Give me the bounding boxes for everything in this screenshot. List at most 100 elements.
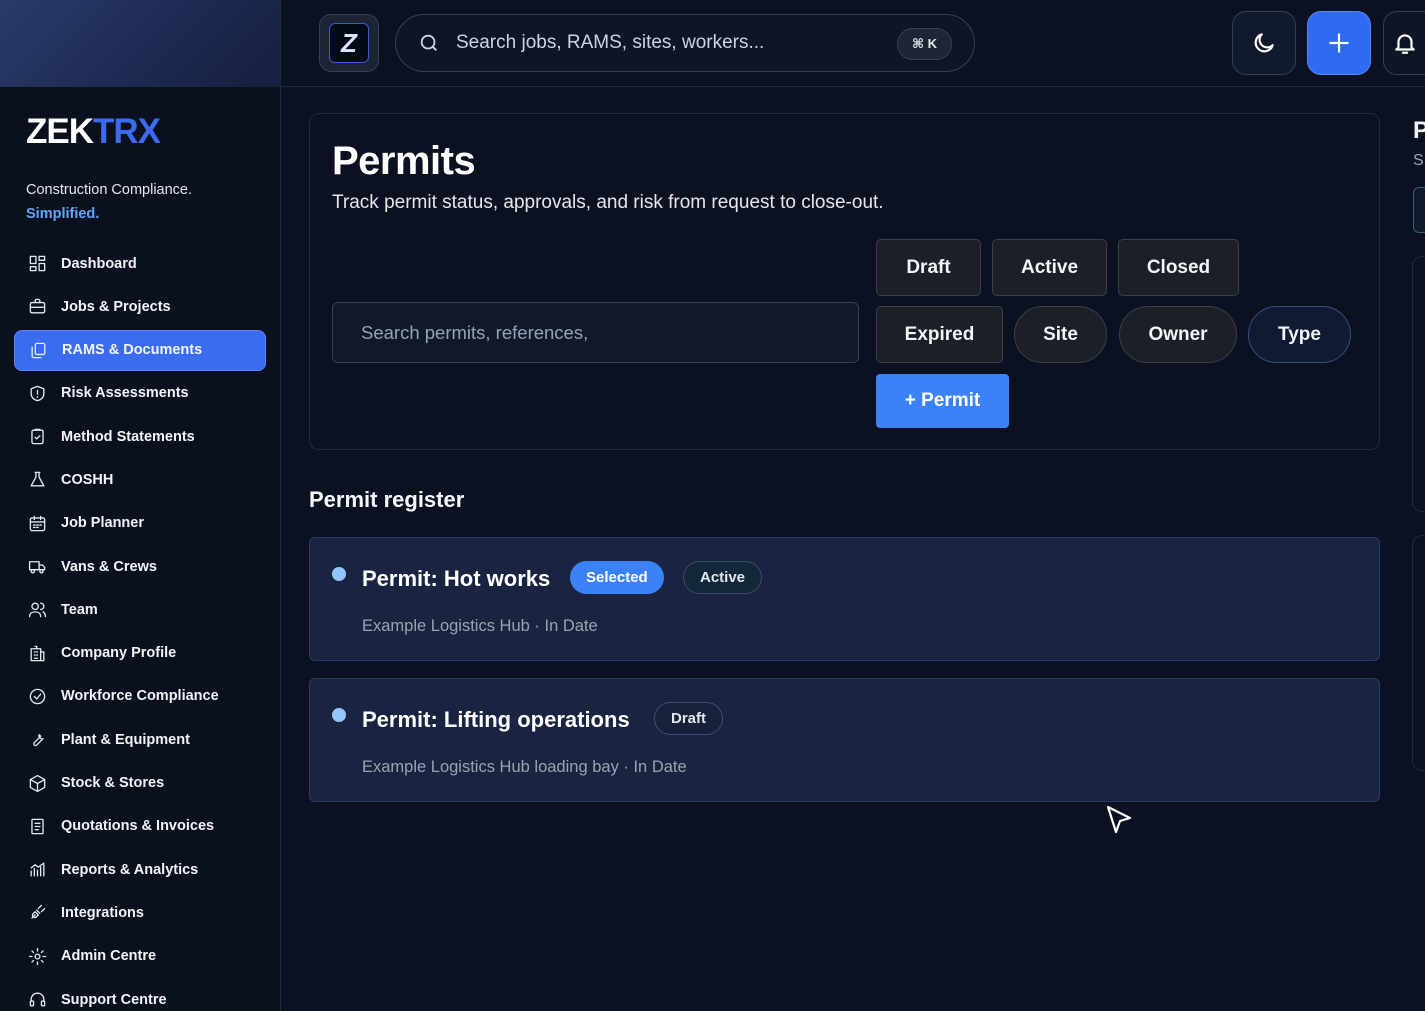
permit-row[interactable]: Permit: Hot works Selected Active Exampl… [309, 537, 1380, 661]
filter-type[interactable]: Type [1248, 306, 1351, 363]
permit-search-placeholder: Search permits, references, [361, 321, 589, 343]
status-badge: Draft [654, 702, 724, 735]
sidebar-item-label: Plant & Equipment [61, 731, 190, 748]
global-search-placeholder: Search jobs, RAMS, sites, workers... [456, 32, 765, 53]
sidebar-item-label: RAMS & Documents [62, 342, 203, 359]
sidebar-item-label: Risk Assessments [61, 385, 189, 402]
filter-owner[interactable]: Owner [1119, 306, 1237, 363]
status-dot [332, 708, 346, 722]
box-icon [26, 772, 48, 794]
bell-icon [1395, 34, 1415, 54]
permit-row-title: Permit: Lifting operations [362, 707, 630, 732]
theme-toggle-button[interactable] [1232, 11, 1296, 75]
filter-expired[interactable]: Expired [876, 306, 1003, 363]
sidebar-item-workforce-compliance[interactable]: Workforce Compliance [14, 676, 266, 717]
dashboard-icon [26, 253, 48, 275]
notifications-button[interactable] [1383, 11, 1425, 75]
sidebar: ZEKTRX Construction Compliance. Simplifi… [0, 0, 281, 1011]
receipt-icon [26, 815, 48, 837]
right-panel-control[interactable] [1413, 187, 1425, 233]
sidebar-item-quotations-invoices[interactable]: Quotations & Invoices [14, 806, 266, 847]
status-dot [332, 567, 346, 581]
page-title: Permits [332, 139, 476, 183]
sidebar-item-label: Support Centre [61, 991, 167, 1008]
clipboard-check-icon [26, 426, 48, 448]
search-shortcut-badge: ⌘ K [896, 28, 952, 60]
sidebar-item-team[interactable]: Team [14, 589, 266, 630]
sidebar-item-label: Company Profile [61, 645, 177, 662]
sidebar-item-label: Stock & Stores [61, 775, 165, 792]
status-badge: Active [683, 561, 763, 594]
sidebar-item-company-profile[interactable]: Company Profile [14, 633, 266, 674]
brand-logo[interactable]: ZEKTRX [26, 112, 161, 152]
sidebar-item-label: Vans & Crews [61, 558, 157, 575]
sidebar-item-label: Team [61, 601, 98, 618]
plus-icon [1329, 33, 1349, 53]
right-panel-title: P [1413, 117, 1425, 144]
permit-row[interactable]: Permit: Lifting operations Draft Example… [309, 678, 1380, 802]
permit-row-meta: Example Logistics Hub · In Date [362, 617, 598, 635]
selected-badge: Selected [570, 561, 664, 594]
sidebar-header-banner [0, 0, 280, 87]
sidebar-item-jobs-projects[interactable]: Jobs & Projects [14, 286, 266, 327]
right-panel-card [1412, 535, 1425, 771]
sidebar-item-support-centre[interactable]: Support Centre [14, 979, 266, 1011]
sidebar-item-label: Admin Centre [61, 948, 157, 965]
sidebar-item-label: Dashboard [61, 255, 137, 272]
sidebar-item-label: COSHH [61, 471, 114, 488]
flask-icon [26, 469, 48, 491]
plug-icon [26, 902, 48, 924]
tagline-highlight: Simplified. [26, 206, 100, 222]
search-icon [420, 34, 437, 51]
mouse-cursor-icon [1106, 805, 1132, 834]
tagline-text: Construction Compliance. [26, 182, 193, 198]
chart-icon [26, 859, 48, 881]
filter-draft[interactable]: Draft [876, 239, 981, 296]
tagline: Construction Compliance. Simplified. [26, 178, 192, 226]
sidebar-item-reports-analytics[interactable]: Reports & Analytics [14, 849, 266, 890]
permits-card: Permits Track permit status, approvals, … [309, 113, 1380, 450]
sidebar-nav: Dashboard Jobs & Projects RAMS & Documen… [14, 243, 266, 1011]
sidebar-item-label: Quotations & Invoices [61, 818, 215, 835]
permit-row-meta: Example Logistics Hub loading bay · In D… [362, 758, 687, 776]
sidebar-item-dashboard[interactable]: Dashboard [14, 243, 266, 284]
sidebar-item-integrations[interactable]: Integrations [14, 892, 266, 933]
sidebar-item-stock-stores[interactable]: Stock & Stores [14, 763, 266, 804]
sidebar-item-label: Method Statements [61, 428, 195, 445]
moon-icon [1254, 33, 1274, 53]
filter-closed[interactable]: Closed [1118, 239, 1239, 296]
sidebar-item-method-statements[interactable]: Method Statements [14, 416, 266, 457]
wrench-icon [26, 729, 48, 751]
filter-site[interactable]: Site [1014, 306, 1107, 363]
filter-active[interactable]: Active [992, 239, 1107, 296]
headset-icon [26, 989, 48, 1011]
sidebar-item-plant-equipment[interactable]: Plant & Equipment [14, 719, 266, 760]
quick-add-button[interactable] [1307, 11, 1371, 75]
sidebar-item-job-planner[interactable]: Job Planner [14, 503, 266, 544]
app-logo-icon: Z [329, 23, 369, 63]
app-logo-button[interactable]: Z [319, 14, 379, 72]
sidebar-item-label: Jobs & Projects [61, 298, 171, 315]
shield-icon [26, 382, 48, 404]
calendar-icon [26, 512, 48, 534]
sidebar-item-label: Job Planner [61, 515, 144, 532]
topbar: Z Search jobs, RAMS, sites, workers... ⌘… [281, 0, 1425, 87]
sidebar-item-label: Workforce Compliance [61, 688, 219, 705]
sidebar-item-label: Integrations [61, 904, 144, 921]
right-panel-card [1412, 256, 1425, 512]
sidebar-item-admin-centre[interactable]: Admin Centre [14, 936, 266, 977]
sidebar-item-vans-crews[interactable]: Vans & Crews [14, 546, 266, 587]
permit-search-input[interactable]: Search permits, references, [332, 302, 859, 363]
add-permit-button[interactable]: + Permit [876, 374, 1009, 428]
sidebar-item-risk-assessments[interactable]: Risk Assessments [14, 373, 266, 414]
brand-main-text: ZEK [26, 112, 94, 151]
global-search-input[interactable]: Search jobs, RAMS, sites, workers... ⌘ K [395, 14, 975, 72]
documents-icon [27, 339, 49, 361]
sidebar-item-rams-documents[interactable]: RAMS & Documents [14, 329, 266, 371]
sidebar-item-coshh[interactable]: COSHH [14, 459, 266, 500]
brand-accent-text: TRX [93, 112, 161, 151]
users-icon [26, 599, 48, 621]
sidebar-item-label: Reports & Analytics [61, 861, 199, 878]
briefcase-icon [26, 296, 48, 318]
right-panel-subtitle: S [1413, 152, 1424, 169]
